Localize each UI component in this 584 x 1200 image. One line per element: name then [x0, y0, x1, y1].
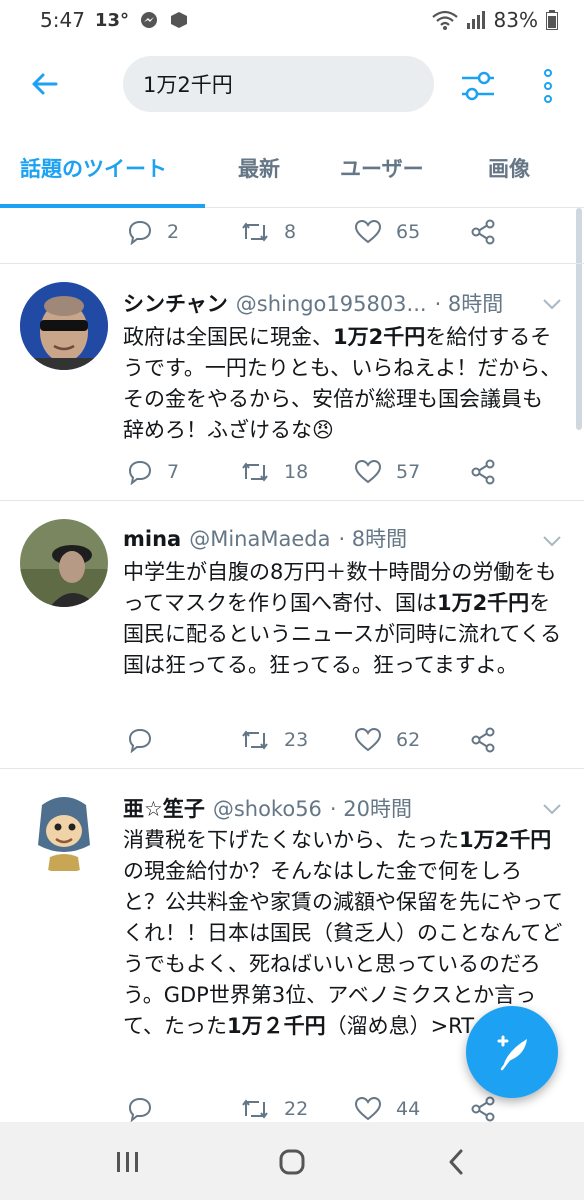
tweet-header: 亜☆笙子 @shoko56 · 20時間	[123, 793, 544, 825]
tab-images[interactable]: 画像	[488, 128, 530, 208]
tab-latest[interactable]: 最新	[238, 128, 280, 208]
reply-button[interactable]: 2	[127, 210, 179, 254]
battery-level: 83%	[493, 8, 538, 32]
heart-icon	[354, 727, 382, 752]
highlight: 1万2千円	[459, 828, 552, 852]
retweet-button[interactable]: 8	[240, 210, 296, 254]
tweet-feed[interactable]: 2 8 65 シンチャン @shingo195803... · 8時間 政府は全…	[0, 208, 584, 1122]
tab-users[interactable]: ユーザー	[340, 128, 424, 208]
retweet-icon	[242, 222, 268, 242]
share-icon	[471, 219, 495, 245]
retweet-button[interactable]: 18	[240, 450, 308, 494]
app-bar: 1万2千円	[0, 40, 584, 128]
author-handle[interactable]: @shingo195803...	[236, 292, 427, 316]
tweet-item[interactable]: mina @MinaMaeda · 8時間 中学生が自腹の8万円＋数十時間分の労…	[0, 501, 584, 768]
retweet-button[interactable]: 22	[240, 1087, 308, 1122]
retweet-icon	[242, 462, 268, 482]
heart-icon	[354, 459, 382, 484]
author-name[interactable]: mina	[123, 527, 181, 551]
back-chevron-icon	[449, 1149, 463, 1175]
temperature: 13°	[94, 9, 129, 31]
chevron-down-icon[interactable]	[540, 292, 564, 316]
share-icon	[471, 1096, 495, 1122]
highlight: 1万2千円	[333, 325, 426, 349]
tweet-actions: 23 62	[0, 718, 584, 762]
share-button[interactable]	[470, 718, 496, 762]
reply-icon	[128, 1097, 152, 1122]
compose-tweet-button[interactable]	[466, 1006, 558, 1098]
prev-tweet-actions: 2 8 65	[0, 210, 584, 254]
app-icon	[169, 10, 189, 30]
search-query: 1万2千円	[143, 73, 233, 97]
clock: 5:47	[40, 8, 85, 32]
sliders-icon	[462, 71, 494, 101]
home-icon	[279, 1149, 305, 1175]
tab-top[interactable]: 話題のツイート	[20, 128, 167, 208]
retweet-icon	[242, 730, 268, 750]
highlight: 1万２千円	[226, 1014, 326, 1038]
avatar[interactable]	[20, 282, 108, 370]
compose-feather-icon	[497, 1035, 527, 1071]
reply-icon	[128, 728, 152, 753]
arrow-left-icon	[32, 73, 58, 95]
tweet-item[interactable]: シンチャン @shingo195803... · 8時間 政府は全国民に現金、1…	[0, 264, 584, 500]
highlight: 1万2千円	[436, 591, 530, 615]
tweet-time: · 20時間	[329, 797, 412, 821]
author-name[interactable]: 亜☆笙子	[123, 793, 205, 823]
share-icon	[471, 727, 495, 753]
share-icon	[471, 459, 495, 485]
like-button[interactable]: 65	[354, 210, 420, 254]
heart-icon	[354, 219, 382, 244]
reply-button[interactable]	[127, 1087, 153, 1122]
like-button[interactable]: 62	[354, 718, 420, 762]
heart-icon	[354, 1096, 382, 1121]
retweet-icon	[242, 1099, 268, 1119]
avatar[interactable]	[20, 519, 108, 607]
reply-icon	[128, 220, 152, 245]
reply-button[interactable]: 7	[127, 450, 179, 494]
author-handle[interactable]: @shoko56	[213, 797, 322, 821]
search-input[interactable]: 1万2千円	[123, 56, 434, 112]
retweet-button[interactable]: 23	[240, 718, 308, 762]
system-nav-bar	[0, 1122, 584, 1200]
battery-icon	[546, 10, 558, 30]
more-options-button[interactable]	[534, 66, 562, 106]
chevron-down-icon[interactable]	[540, 797, 564, 821]
share-button[interactable]	[470, 210, 496, 254]
tweet-time: · 8時間	[434, 292, 504, 316]
recent-apps-button[interactable]	[108, 1142, 148, 1182]
back-button[interactable]	[24, 64, 64, 104]
tweet-header: シンチャン @shingo195803... · 8時間	[123, 288, 544, 320]
filter-button[interactable]	[458, 66, 498, 106]
wifi-icon	[431, 10, 458, 30]
recent-apps-icon	[117, 1152, 138, 1172]
status-bar: 5:47 13° 83%	[0, 0, 584, 40]
tweet-header: mina @MinaMaeda · 8時間	[123, 523, 544, 555]
tab-bar: 話題のツイート 最新 ユーザー 画像	[0, 128, 584, 208]
tweet-text: 中学生が自腹の8万円＋数十時間分の労働をもってマスクを作り国へ寄付、国は1万2千…	[123, 560, 562, 677]
author-handle[interactable]: @MinaMaeda	[189, 527, 330, 551]
tweet-text: 政府は全国民に現金、1万2千円を給付するそうです。一円たりとも、いらねえよ！だか…	[123, 325, 562, 442]
share-button[interactable]	[470, 450, 496, 494]
tweet-time: · 8時間	[338, 527, 408, 551]
reply-button[interactable]	[127, 718, 153, 762]
back-nav-button[interactable]	[436, 1142, 476, 1182]
home-button[interactable]	[272, 1142, 312, 1182]
messenger-icon	[139, 10, 159, 30]
like-button[interactable]: 57	[354, 450, 420, 494]
tweet-actions: 7 18 57	[0, 450, 584, 494]
avatar[interactable]	[20, 785, 108, 873]
author-name[interactable]: シンチャン	[123, 288, 228, 318]
like-button[interactable]: 44	[354, 1087, 420, 1122]
chevron-down-icon[interactable]	[540, 529, 564, 553]
signal-icon	[466, 10, 486, 30]
reply-icon	[128, 460, 152, 485]
